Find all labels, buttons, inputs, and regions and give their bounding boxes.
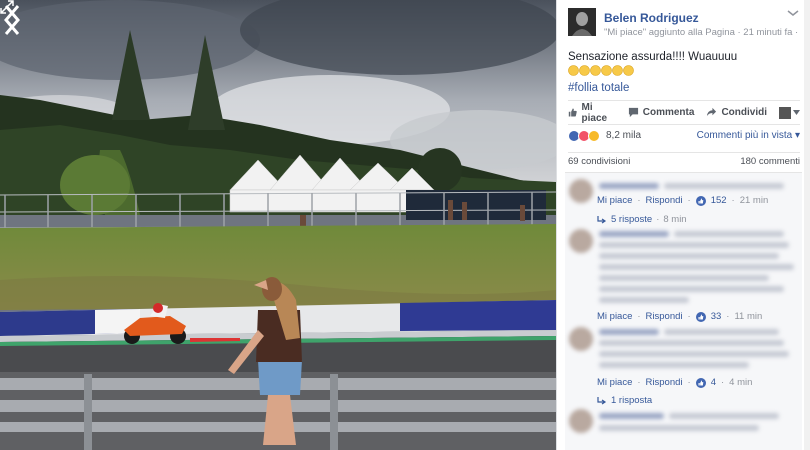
comment-text-line [599,242,789,248]
comments-sort-label: Commenti più in vista [696,130,793,141]
comment-like-count[interactable]: 4 [711,377,716,388]
author-avatar[interactable] [568,8,596,36]
commenter-name[interactable] [599,231,669,237]
comment-text-line [599,253,779,259]
hashtag-link[interactable]: #follia totale [568,82,629,94]
comment-text-line [599,425,759,431]
commenter-avatar[interactable] [569,327,593,351]
commenter-avatar[interactable] [569,409,593,433]
comment-time[interactable]: 11 min [734,311,762,322]
comment-text-line [599,362,749,368]
comment-time[interactable]: 21 min [740,195,769,206]
comment-text-line [599,297,689,303]
reactions-row: 8,2 mila Commenti più in vista ▾ [568,124,800,146]
comment-item [569,409,798,449]
comment-text-line [599,275,769,281]
emoji-icons [568,65,634,81]
more-icon[interactable] [786,10,800,16]
commenter-name[interactable] [599,413,664,419]
comment-item: Mi piace · Rispondi · 33 · 11 min [569,229,798,325]
replies-count: 1 risposta [611,395,653,406]
share-button[interactable]: Condividi [706,107,767,118]
comment-text-line [599,264,794,270]
thumbs-up-icon [695,195,706,206]
photo-scene [0,0,556,450]
share-as-avatar [779,106,791,119]
comment-like-link[interactable]: Mi piace [597,195,632,206]
replies-time: 8 min [663,214,687,225]
post-actions-bar: Mi piace Commenta Condividi [568,100,800,124]
comments-count[interactable]: 180 commenti [740,156,800,167]
like-button-label: Mi piace [581,101,608,124]
commenter-name[interactable] [599,183,659,189]
share-button-label: Condividi [721,107,767,118]
reply-arrow-icon [597,396,607,404]
comments-sort-dropdown[interactable]: Commenti più in vista ▾ [697,130,800,141]
reaction-icons[interactable] [568,129,600,142]
comment-actions: Mi piace · Rispondi · 4 · 4 min [597,377,753,388]
comment-item: Mi piace · Rispondi · 4 · 4 min 1 rispos… [569,327,798,407]
wow-reaction-icon [588,129,600,142]
post-side-panel: Belen Rodriguez "Mi piace" aggiunto alla… [556,0,810,450]
comments-list: Mi piace · Rispondi · 152 · 21 min 5 ris… [565,172,802,450]
shares-count[interactable]: 69 condivisioni [568,156,630,167]
comment-text [664,329,779,335]
comment-icon [628,107,638,118]
chevron-right-icon[interactable] [0,0,24,40]
comment-button-label: Commenta [642,107,695,118]
scrollbar[interactable] [804,0,810,450]
share-as-selector[interactable] [779,106,800,119]
post-header: Belen Rodriguez "Mi piace" aggiunto alla… [568,8,800,42]
like-button[interactable]: Mi piace [568,102,616,124]
reaction-count[interactable]: 8,2 mila [606,130,641,141]
comment-text [669,413,779,419]
comment-item: Mi piace · Rispondi · 152 · 21 min 5 ris… [569,179,798,231]
comment-like-count[interactable]: 152 [711,195,727,206]
comment-text-line [599,351,789,357]
view-replies-link[interactable]: 1 risposta [597,395,652,406]
comment-reply-link[interactable]: Rispondi [646,311,683,322]
view-replies-link[interactable]: 5 risposte · 8 min [597,214,687,225]
post-message: Sensazione assurda!!!! Wuauuuu [568,51,738,63]
reply-arrow-icon [597,215,607,223]
comment-text-line [599,286,784,292]
comment-like-link[interactable]: Mi piace [597,311,632,322]
author-name[interactable]: Belen Rodriguez [604,11,699,25]
caret-down-icon [793,110,800,115]
post-text: Sensazione assurda!!!! Wuauuuu #follia t… [568,50,798,96]
commenter-avatar[interactable] [569,229,593,253]
comment-time[interactable]: 4 min [729,377,752,388]
stats-row: 69 condivisioni 180 commenti [568,152,800,170]
thumbs-up-icon [695,377,706,388]
comment-like-link[interactable]: Mi piace [597,377,632,388]
comment-actions: Mi piace · Rispondi · 152 · 21 min [597,195,769,206]
thumbs-up-icon [568,108,577,117]
comment-text [664,183,784,189]
commenter-avatar[interactable] [569,179,593,203]
comment-reply-link[interactable]: Rispondi [646,195,683,206]
commenter-name[interactable] [599,329,659,335]
replies-count: 5 risposte [611,214,653,225]
share-icon [707,107,717,117]
comment-like-count[interactable]: 33 [711,311,722,322]
thumbs-up-icon [695,311,706,322]
comment-text [674,231,784,237]
comment-actions: Mi piace · Rispondi · 33 · 11 min [597,311,763,322]
comment-reply-link[interactable]: Rispondi [646,377,683,388]
comment-button[interactable]: Commenta [628,107,695,118]
post-photo[interactable] [0,0,556,450]
comment-text-line [599,340,784,346]
post-meta: "Mi piace" aggiunto alla Pagina · 21 min… [604,27,799,38]
